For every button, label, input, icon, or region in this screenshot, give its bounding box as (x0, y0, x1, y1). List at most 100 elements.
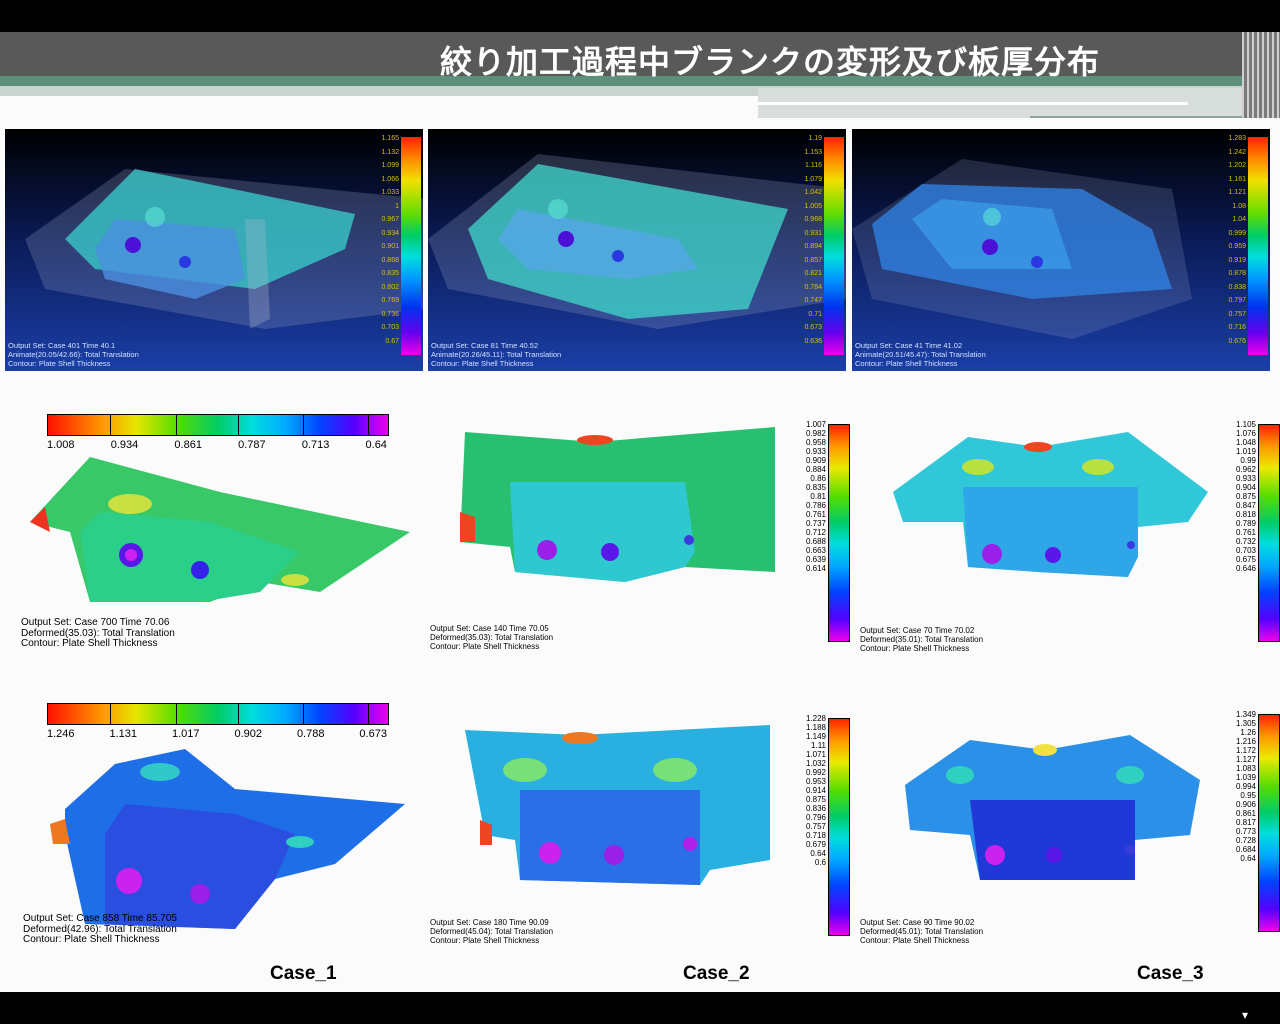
scale-color-bar (828, 718, 850, 936)
caption-contour: Contour: Plate Shell Thickness (430, 642, 540, 651)
scale-color-bar (47, 414, 389, 436)
caption-animate: Animate(20.51/45.47): Total Translation (855, 350, 986, 359)
scale-value: 0.906 (1235, 800, 1256, 809)
scale-value: 0.673 (804, 324, 822, 331)
scale-color-bar (1258, 424, 1280, 642)
scale-value: 0.728 (1235, 836, 1256, 845)
scale-value: 1.066 (381, 175, 399, 183)
scale-value: 0.933 (1235, 474, 1256, 483)
color-scale-legend: 1.19 1.153 1.116 1.079 1.042 1.005 0.968… (786, 135, 844, 357)
caption-output-set: Output Set: Case 41 Time 41.02 (855, 341, 963, 350)
scale-values: 1.19 1.153 1.116 1.079 1.042 1.005 0.968… (786, 135, 822, 357)
caption-deformed: Deformed(45.04): Total Translation (430, 927, 554, 936)
scale-value: 0.934 (381, 229, 399, 237)
scale-value: 0.894 (804, 243, 822, 250)
cursor-icon: ▾ (1241, 1008, 1248, 1022)
scale-value: 0.875 (805, 795, 826, 804)
simulation-panel-3: 1.283 1.242 1.202 1.161 1.121 1.08 1.04 … (852, 129, 1270, 371)
scale-value: 0.817 (1235, 818, 1256, 827)
scale-value: 1.19 (808, 135, 822, 142)
caption-contour: Contour: Plate Shell Thickness (855, 359, 958, 368)
scale-value: 1.11 (811, 741, 826, 750)
caption-contour: Contour: Plate Shell Thickness (21, 638, 158, 649)
scale-value: 0.99 (1240, 456, 1256, 465)
scale-value: 0.64 (810, 849, 826, 858)
scale-value: 0.968 (804, 216, 822, 223)
scale-value: 0.836 (805, 804, 826, 813)
caption-contour: Contour: Plate Shell Thickness (430, 936, 540, 945)
scale-value: 0.953 (805, 777, 826, 786)
scale-value: 0.86 (810, 474, 826, 483)
blank-render-case2-mid (460, 427, 775, 582)
thickness-scale-case1-bottom: 1.246 1.131 1.017 0.902 0.788 0.673 (47, 703, 389, 740)
case-label-2: Case_2 (683, 963, 750, 984)
simulation-panel-1: 1.165 1.132 1.099 1.066 1.033 1 0.967 0.… (5, 129, 423, 371)
scale-value: 1.202 (1228, 162, 1246, 169)
scale-value: 1.079 (804, 175, 822, 183)
panel-caption: Output Set: Case 41 Time 41.02 Animate(2… (855, 341, 986, 368)
caption-output-set: Output Set: Case 401 Time 40.1 (8, 341, 116, 350)
scale-values: 1.246 1.131 1.017 0.902 0.788 0.673 (47, 728, 387, 740)
scale-values: 1.228 1.188 1.149 1.11 1.071 1.032 0.992… (796, 714, 826, 867)
scale-value: 0.875 (1235, 492, 1256, 501)
scale-value: 0.64 (365, 439, 387, 451)
scale-value: 0.703 (381, 324, 399, 331)
scale-values: 1.007 0.982 0.958 0.933 0.909 0.884 0.86… (796, 420, 826, 573)
scale-value: 1.08 (1232, 202, 1246, 210)
caption-case1-bottom: Output Set: Case 858 Time 85.705 Deforme… (23, 913, 177, 946)
scale-value: 0.982 (805, 429, 826, 438)
scale-value: 1.039 (1235, 773, 1256, 782)
scale-value: 1.149 (805, 732, 826, 741)
simulation-panel-2: 1.19 1.153 1.116 1.079 1.042 1.005 0.968… (428, 129, 846, 371)
scale-value: 1.071 (805, 750, 826, 759)
scale-value: 0.904 (1235, 483, 1256, 492)
scale-value: 1.105 (1235, 420, 1256, 429)
scale-value: 1.26 (1240, 728, 1256, 737)
scale-value: 1.099 (381, 162, 399, 169)
panel-caption: Output Set: Case 401 Time 40.1 Animate(2… (8, 341, 139, 368)
caption-contour: Contour: Plate Shell Thickness (431, 359, 534, 368)
caption-deformed: Deformed(45.01): Total Translation (860, 927, 984, 936)
scale-value: 1.349 (1235, 710, 1256, 719)
scale-value: 0.994 (1235, 782, 1256, 791)
scale-value: 1.165 (381, 135, 399, 142)
caption-deformed: Deformed(35.03): Total Translation (430, 633, 554, 642)
caption-case2-mid: Output Set: Case 140 Time 70.05 Deformed… (430, 624, 553, 651)
scale-value: 0.718 (805, 831, 826, 840)
scale-value: 1.132 (381, 148, 399, 156)
caption-output-set: Output Set: Case 140 Time 70.05 (430, 624, 549, 633)
scale-value: 1.032 (805, 759, 826, 768)
scale-value: 0.919 (1228, 256, 1246, 264)
scale-color-bar (47, 703, 389, 725)
blank-deformation-render-1 (25, 169, 423, 329)
scale-value: 1.246 (47, 728, 75, 740)
scale-value: 0.802 (381, 283, 399, 291)
scale-value: 0.835 (381, 270, 399, 277)
blank-render-case3-mid (893, 432, 1208, 577)
caption-output-set: Output Set: Case 180 Time 90.09 (430, 918, 549, 927)
scale-value: 0.931 (804, 229, 822, 237)
scale-value: 0.6 (814, 858, 826, 867)
scale-value: 0.646 (1235, 564, 1256, 573)
scale-value: 0.688 (805, 537, 826, 546)
caption-animate: Animate(20.26/45.11): Total Translation (431, 350, 562, 359)
caption-contour: Contour: Plate Shell Thickness (860, 644, 970, 653)
scale-value: 0.676 (1228, 337, 1246, 345)
slide: 絞り加工過程中ブランクの変形及び板厚分布 1.165 1.132 1.099 1… (0, 32, 1280, 992)
scale-value: 1.076 (1235, 429, 1256, 438)
scale-color-bar (828, 424, 850, 642)
scale-value: 1.172 (1235, 746, 1256, 755)
caption-output-set: Output Set: Case 858 Time 85.705 (23, 913, 177, 924)
scale-values: 1.008 0.934 0.861 0.787 0.713 0.64 (47, 439, 387, 451)
color-scale-legend: 1.283 1.242 1.202 1.161 1.121 1.08 1.04 … (1210, 135, 1268, 357)
caption-output-set: Output Set: Case 70 Time 70.02 (860, 626, 975, 635)
scale-value: 0.962 (1235, 465, 1256, 474)
scale-value: 1.131 (109, 728, 138, 740)
caption-case3-bottom: Output Set: Case 90 Time 90.02 Deformed(… (860, 918, 983, 945)
scale-value: 0.868 (381, 256, 399, 264)
scale-value: 0.934 (110, 439, 139, 451)
scale-value: 1.188 (805, 723, 826, 732)
scale-value: 1.127 (1235, 755, 1256, 764)
caption-contour: Contour: Plate Shell Thickness (23, 934, 160, 945)
scale-value: 0.999 (1228, 229, 1246, 237)
